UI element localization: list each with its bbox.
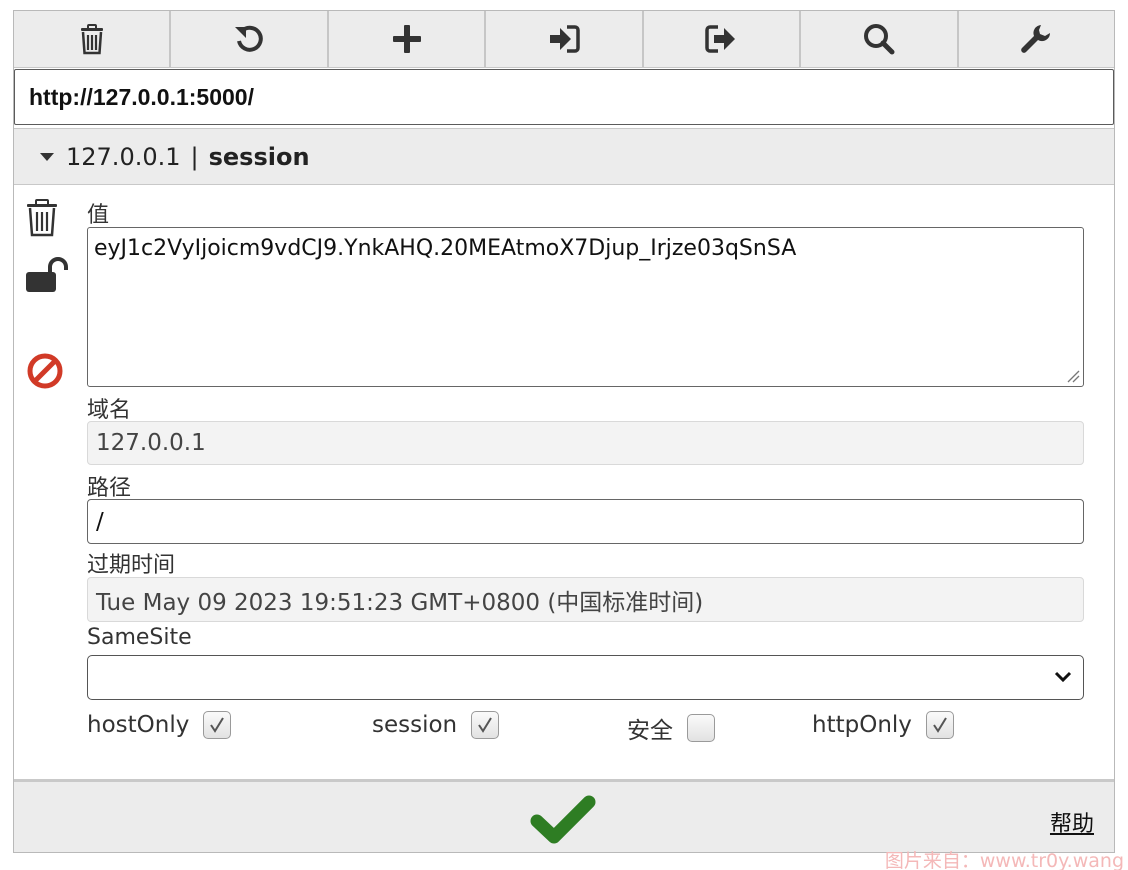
checkmark-icon (478, 717, 492, 733)
checkmark-icon (210, 717, 225, 733)
cookie-header[interactable]: 127.0.0.1 | session (14, 128, 1114, 185)
secure-label: 安全 (627, 718, 673, 744)
value-textarea[interactable]: eyJ1c2VyIjoicm9vdCJ9.YnkAHQ.20MEAtmoX7Dj… (87, 227, 1084, 387)
path-label: 路径 (87, 476, 132, 501)
hostonly-flag: hostOnly (87, 711, 232, 739)
watermark: 图片来自：www.tr0y.wang (884, 850, 1124, 870)
domain-value: 127.0.0.1 (96, 430, 206, 456)
session-flag: session (372, 711, 500, 739)
block-icon[interactable] (25, 351, 65, 391)
cookie-editor-panel: http://127.0.0.1:5000/ 127.0.0.1 | sessi… (13, 10, 1115, 853)
resize-grip-icon[interactable] (1066, 369, 1080, 383)
options-button[interactable] (959, 11, 1114, 67)
reset-button[interactable] (171, 11, 329, 67)
domain-field[interactable]: 127.0.0.1 (87, 421, 1084, 465)
wrench-icon (1021, 25, 1051, 53)
hostonly-checkbox[interactable] (203, 711, 232, 739)
trash-icon (80, 24, 103, 55)
value-label: 值 (87, 203, 110, 228)
search-button[interactable] (801, 11, 959, 67)
export-button[interactable] (644, 11, 802, 67)
value-text: eyJ1c2VyIjoicm9vdCJ9.YnkAHQ.20MEAtmoX7Dj… (94, 236, 797, 261)
cookie-separator: | (190, 142, 199, 171)
delete-cookie-icon[interactable] (24, 198, 60, 238)
footer-bar: 帮助 (14, 779, 1114, 852)
httponly-flag: httpOnly (812, 711, 954, 739)
hostonly-label: hostOnly (87, 712, 190, 738)
expires-field[interactable]: Tue May 09 2023 19:51:23 GMT+0800 (中国标准时… (87, 577, 1084, 622)
url-text: http://127.0.0.1:5000/ (29, 83, 254, 110)
chevron-down-icon (1054, 671, 1072, 683)
add-cookie-button[interactable] (329, 11, 487, 67)
httponly-checkbox[interactable] (925, 711, 954, 739)
help-link[interactable]: 帮助 (1050, 806, 1094, 838)
reset-icon (235, 25, 263, 52)
samesite-label: SameSite (87, 625, 192, 650)
search-icon (863, 24, 895, 55)
unlock-icon[interactable] (24, 254, 70, 294)
delete-all-button[interactable] (14, 11, 172, 67)
url-field[interactable]: http://127.0.0.1:5000/ (14, 69, 1114, 125)
expires-value: Tue May 09 2023 19:51:23 GMT+0800 (中国标准时… (96, 589, 704, 616)
cookie-domain: 127.0.0.1 (66, 142, 181, 171)
samesite-select[interactable] (87, 655, 1084, 700)
confirm-checkmark-icon[interactable] (530, 794, 596, 844)
plus-icon (392, 25, 421, 53)
secure-checkbox[interactable] (687, 714, 715, 742)
secure-flag: 安全 (627, 711, 715, 745)
path-value: / (96, 508, 104, 535)
caret-down-icon (40, 152, 54, 161)
path-field[interactable]: / (87, 499, 1084, 544)
checkmark-icon (933, 717, 947, 733)
httponly-label: httpOnly (812, 712, 912, 738)
export-icon (705, 25, 736, 53)
expires-label: 过期时间 (87, 553, 176, 578)
session-checkbox[interactable] (471, 711, 500, 739)
import-icon (549, 25, 580, 53)
cookie-name: session (208, 142, 310, 171)
session-label: session (372, 712, 458, 738)
toolbar (14, 11, 1114, 68)
import-button[interactable] (486, 11, 644, 67)
domain-label: 域名 (87, 398, 132, 423)
